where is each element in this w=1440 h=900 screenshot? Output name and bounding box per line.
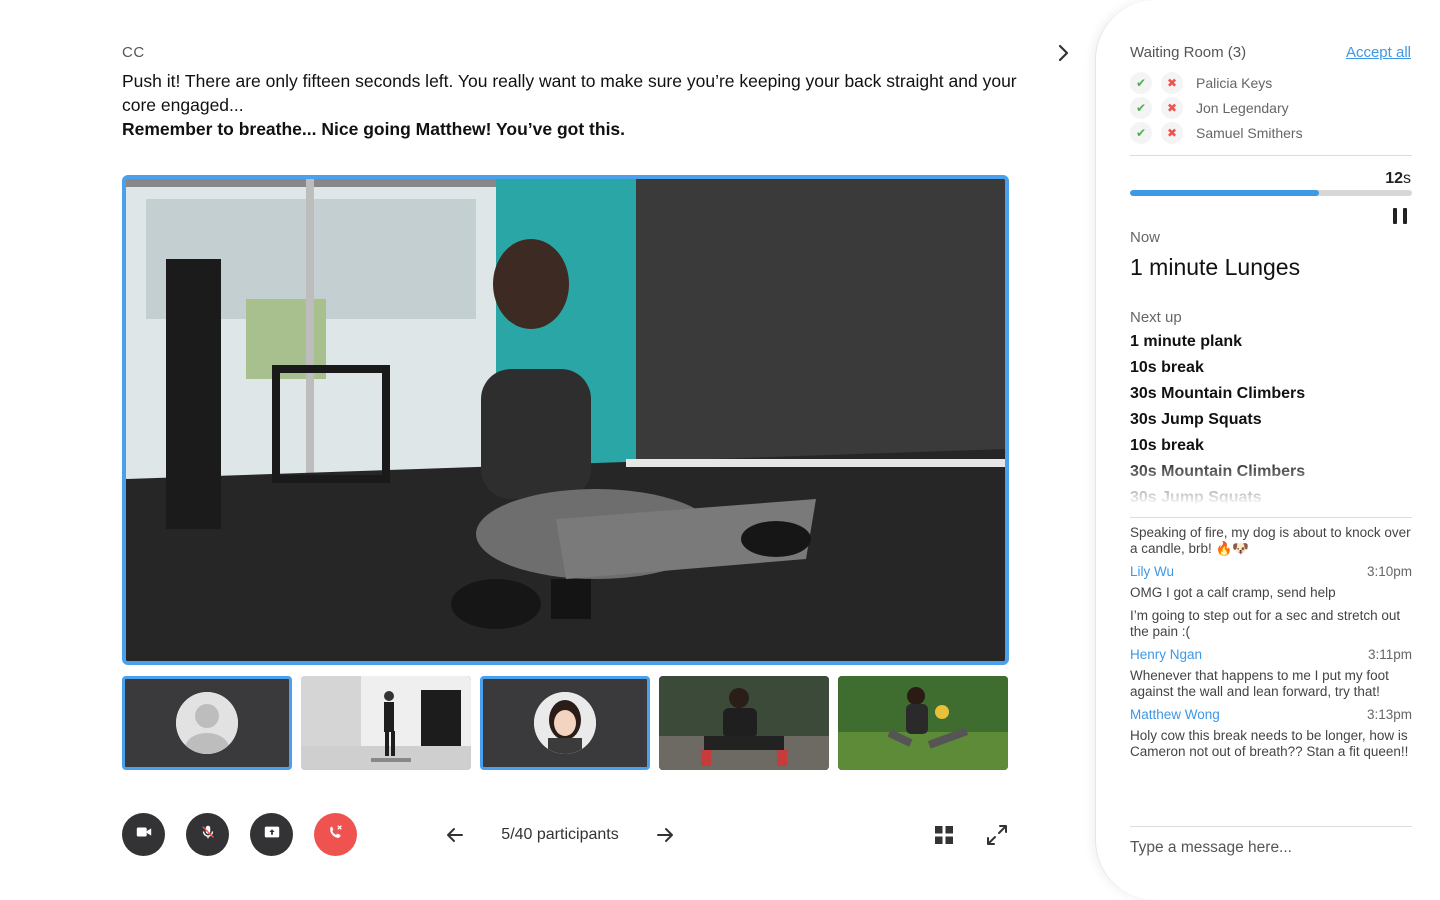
chat-message-header: Lily Wu 3:10pm <box>1130 564 1412 579</box>
next-up-item: 30s Mountain Climbers <box>1130 385 1306 402</box>
accept-all-link[interactable]: Accept all <box>1346 44 1411 61</box>
caption-text: Push it! There are only fifteen seconds … <box>122 69 1022 141</box>
main-video-feed[interactable] <box>122 175 1009 665</box>
microphone-muted-icon <box>199 823 217 846</box>
chat-message-text: I’m going to step out for a sec and stre… <box>1130 608 1401 639</box>
participant-video-image <box>838 676 1008 770</box>
chat-message-header: Henry Ngan 3:11pm <box>1130 647 1412 662</box>
next-up-list: 1 minute plank 10s break 30s Mountain Cl… <box>1130 333 1412 505</box>
participant-tile[interactable] <box>122 676 292 770</box>
participant-tile[interactable] <box>659 676 829 770</box>
chat-timestamp: 3:11pm <box>1367 647 1412 662</box>
chat-message-input[interactable] <box>1130 839 1412 857</box>
timer-unit: s <box>1403 170 1411 187</box>
participant-count: 5/40 participants <box>501 826 619 843</box>
end-call-button[interactable] <box>314 813 357 856</box>
close-icon[interactable]: ✖ <box>1161 121 1183 144</box>
next-up-item: 30s Jump Squats <box>1130 489 1262 505</box>
timer-progress-fill <box>1130 190 1319 196</box>
next-up-item: 10s break <box>1130 437 1204 454</box>
waiting-room-row: ✔ ✖ Samuel Smithers <box>1130 120 1412 145</box>
microphone-toggle-button[interactable] <box>186 813 229 856</box>
participant-tile[interactable] <box>480 676 650 770</box>
participant-tile[interactable] <box>838 676 1008 770</box>
chevron-right-icon[interactable] <box>1052 42 1074 64</box>
participant-tile[interactable] <box>301 676 471 770</box>
next-up-item: 30s Jump Squats <box>1130 411 1262 428</box>
pause-icon[interactable] <box>1393 208 1407 224</box>
next-up-item: 30s Mountain Climbers <box>1130 463 1306 480</box>
arrow-left-icon[interactable] <box>440 820 470 850</box>
caption-line: Push it! There are only fifteen seconds … <box>122 71 1017 115</box>
chat-log: Speaking of fire, my dog is about to kno… <box>1130 525 1412 767</box>
check-icon[interactable]: ✔ <box>1130 71 1152 94</box>
current-exercise: 1 minute Lunges <box>1130 254 1301 280</box>
avatar-placeholder-icon <box>176 692 238 754</box>
camera-toggle-button[interactable] <box>122 813 165 856</box>
next-up-item: 1 minute plank <box>1130 333 1243 350</box>
timer-progress-bar <box>1130 190 1412 196</box>
participant-video-image <box>659 676 829 770</box>
caption-line-bold: Remember to breathe... Nice going Matthe… <box>122 119 626 139</box>
participant-avatar <box>534 692 596 754</box>
video-camera-icon <box>135 823 153 846</box>
divider <box>1130 155 1412 156</box>
side-panel: Waiting Room (3) Accept all ✔ ✖ Palicia … <box>1095 0 1440 900</box>
divider <box>1130 517 1412 518</box>
waiting-room-list: ✔ ✖ Palicia Keys ✔ ✖ Jon Legendary ✔ ✖ S… <box>1130 70 1412 145</box>
timer-readout: 12s <box>1385 170 1411 188</box>
call-controls <box>122 813 357 856</box>
arrow-right-icon[interactable] <box>650 820 680 850</box>
chat-message-header: Matthew Wong 3:13pm <box>1130 707 1412 722</box>
grid-view-icon[interactable] <box>932 823 956 847</box>
fullscreen-icon[interactable] <box>984 822 1010 848</box>
chat-message-text: OMG I got a calf cramp, send help <box>1130 585 1336 600</box>
waiting-room-row: ✔ ✖ Palicia Keys <box>1130 70 1412 95</box>
end-call-icon <box>327 823 345 846</box>
divider <box>1130 826 1412 827</box>
chat-timestamp: 3:13pm <box>1366 707 1412 722</box>
chat-username[interactable]: Lily Wu <box>1130 564 1174 579</box>
next-up-label: Next up <box>1130 309 1182 326</box>
chat-username[interactable]: Henry Ngan <box>1130 647 1202 662</box>
waiting-person-name: Samuel Smithers <box>1196 124 1303 141</box>
check-icon[interactable]: ✔ <box>1130 96 1152 119</box>
chat-timestamp: 3:10pm <box>1366 564 1412 579</box>
next-up-item: 10s break <box>1130 359 1204 376</box>
screen-share-button[interactable] <box>250 813 293 856</box>
participant-strip <box>122 676 1009 770</box>
waiting-person-name: Jon Legendary <box>1196 99 1289 116</box>
chat-message-text: Whenever that happens to me I put my foo… <box>1130 668 1389 699</box>
screen-share-icon <box>263 823 281 846</box>
close-icon[interactable]: ✖ <box>1161 96 1183 119</box>
chat-username[interactable]: Matthew Wong <box>1130 707 1220 722</box>
check-icon[interactable]: ✔ <box>1130 121 1152 144</box>
now-label: Now <box>1130 229 1161 246</box>
close-icon[interactable]: ✖ <box>1161 71 1183 94</box>
trainer-video-image <box>126 179 1005 661</box>
waiting-room-row: ✔ ✖ Jon Legendary <box>1130 95 1412 120</box>
participant-pager: 5/40 participants <box>440 820 680 850</box>
waiting-room-title: Waiting Room (3) <box>1130 44 1247 61</box>
chat-message-text: Holy cow this break needs to be longer, … <box>1130 728 1409 759</box>
participant-video-image <box>301 676 471 770</box>
captions-label: CC <box>122 44 145 61</box>
waiting-person-name: Palicia Keys <box>1196 74 1273 91</box>
timer-value: 12 <box>1385 170 1403 187</box>
chat-message-text: Speaking of fire, my dog is about to kno… <box>1130 525 1411 556</box>
